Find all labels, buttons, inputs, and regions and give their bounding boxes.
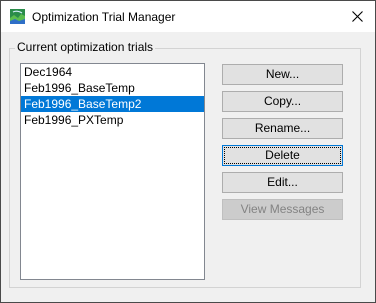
trials-listbox[interactable]: Dec1964 Feb1996_BaseTemp Feb1996_BaseTem…: [20, 63, 205, 280]
view-messages-button: View Messages: [222, 199, 343, 220]
app-icon: [10, 9, 25, 24]
new-button[interactable]: New...: [222, 64, 343, 85]
edit-button[interactable]: Edit...: [222, 172, 343, 193]
copy-button[interactable]: Copy...: [222, 91, 343, 112]
list-item-selected[interactable]: Feb1996_BaseTemp2: [21, 96, 204, 112]
close-button[interactable]: [341, 1, 375, 32]
delete-button[interactable]: Delete: [222, 145, 343, 166]
window-title: Optimization Trial Manager: [32, 10, 176, 24]
list-item[interactable]: Feb1996_PXTemp: [21, 112, 204, 128]
focus-ring: [224, 147, 341, 164]
list-item[interactable]: Feb1996_BaseTemp: [21, 80, 204, 96]
list-item[interactable]: Dec1964: [21, 64, 204, 80]
rename-button[interactable]: Rename...: [222, 118, 343, 139]
dialog-window: Optimization Trial Manager Current optim…: [0, 0, 376, 303]
close-icon: [352, 11, 363, 22]
group-label: Current optimization trials: [15, 40, 156, 54]
title-bar[interactable]: Optimization Trial Manager: [1, 1, 375, 32]
